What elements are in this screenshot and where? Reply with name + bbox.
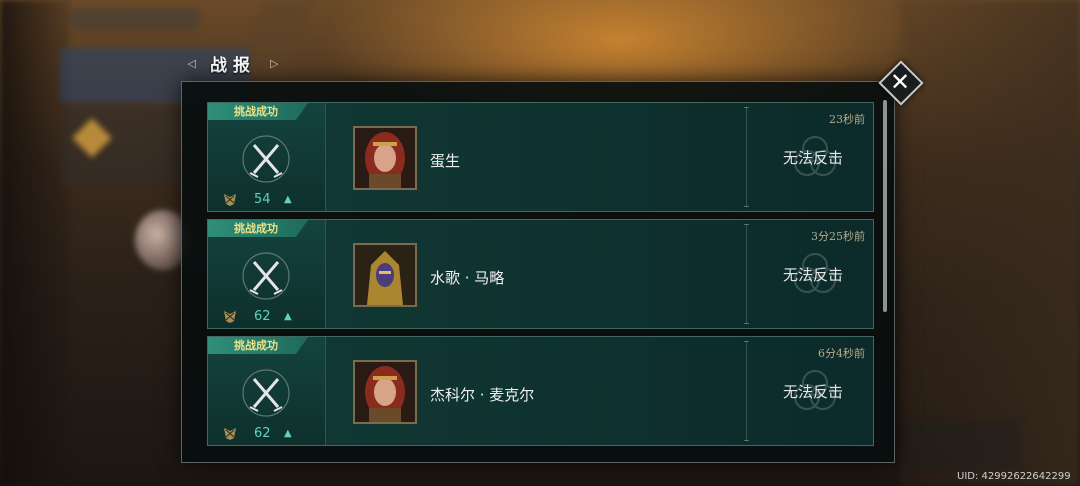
rank-value: 62 (254, 425, 271, 441)
rank-row: 62 ▲ (222, 425, 292, 441)
rank-value: 62 (254, 308, 271, 324)
header-tab: ◁ 战报 ▷ (178, 50, 288, 76)
uid-label: UID: 429926226422​99 (957, 471, 1071, 482)
divider (744, 224, 749, 324)
rank-row: 54 ▲ (222, 191, 292, 207)
close-icon: ✕ (889, 68, 911, 96)
report-card: 挑战成功 54 ▲ 蛋生 23秒前 无法反击 (207, 102, 874, 212)
report-card: 挑战成功 62 ▲ 水歌 · 马略 3分25秒前 无法反击 (207, 219, 874, 329)
rank-emblem-icon (224, 428, 236, 440)
red-hair-woman-avatar (355, 362, 415, 422)
counterattack-label: 无法反击 (782, 383, 843, 401)
report-card: 挑战成功 62 ▲ 杰科尔 · 麦克尔 6分4秒前 无法反击 (207, 336, 874, 446)
status-badge: 挑战成功 (208, 220, 308, 237)
red-hair-woman-avatar (355, 128, 415, 188)
report-time: 6分4秒前 (818, 347, 865, 360)
rank-up-icon: ▲ (284, 427, 292, 439)
status-badge: 挑战成功 (208, 103, 308, 120)
scrollbar[interactable] (883, 100, 887, 312)
counterattack-button[interactable]: 无法反击 (763, 133, 863, 181)
background-right-tower (900, 0, 1080, 486)
rank-up-icon: ▲ (284, 193, 292, 205)
divider (744, 341, 749, 441)
counterattack-label: 无法反击 (782, 149, 843, 167)
report-result-panel: 挑战成功 62 ▲ (208, 337, 326, 445)
report-result-panel: 挑战成功 62 ▲ (208, 220, 326, 328)
rank-emblem-icon (224, 194, 236, 206)
counterattack-button[interactable]: 无法反击 (763, 367, 863, 415)
close-button[interactable]: ✕ (878, 60, 924, 106)
avatar[interactable] (353, 126, 417, 190)
report-time: 3分25秒前 (811, 230, 865, 243)
rank-up-icon: ▲ (284, 310, 292, 322)
background-right-icons (900, 420, 1020, 470)
counterattack-button[interactable]: 无法反击 (763, 250, 863, 298)
player-name: 杰科尔 · 麦克尔 (430, 386, 535, 404)
rank-emblem-icon (224, 311, 236, 323)
report-result-panel: 挑战成功 54 ▲ (208, 103, 326, 211)
crossed-swords-icon (242, 135, 290, 183)
next-arrow-icon[interactable]: ▷ (270, 57, 278, 70)
counterattack-label: 无法反击 (782, 266, 843, 284)
gold-armored-warrior-avatar (355, 245, 415, 305)
prev-arrow-icon[interactable]: ◁ (188, 57, 196, 70)
rank-value: 54 (254, 191, 271, 207)
report-time: 23秒前 (829, 113, 865, 126)
player-name: 蛋生 (430, 152, 461, 170)
page-title: 战报 (210, 55, 256, 76)
avatar[interactable] (353, 243, 417, 307)
background-top-left-bar (70, 8, 200, 30)
avatar[interactable] (353, 360, 417, 424)
status-badge: 挑战成功 (208, 337, 308, 354)
rank-row: 62 ▲ (222, 308, 292, 324)
crossed-swords-icon (242, 252, 290, 300)
divider (744, 107, 749, 207)
player-name: 水歌 · 马略 (430, 269, 505, 287)
crossed-swords-icon (242, 369, 290, 417)
